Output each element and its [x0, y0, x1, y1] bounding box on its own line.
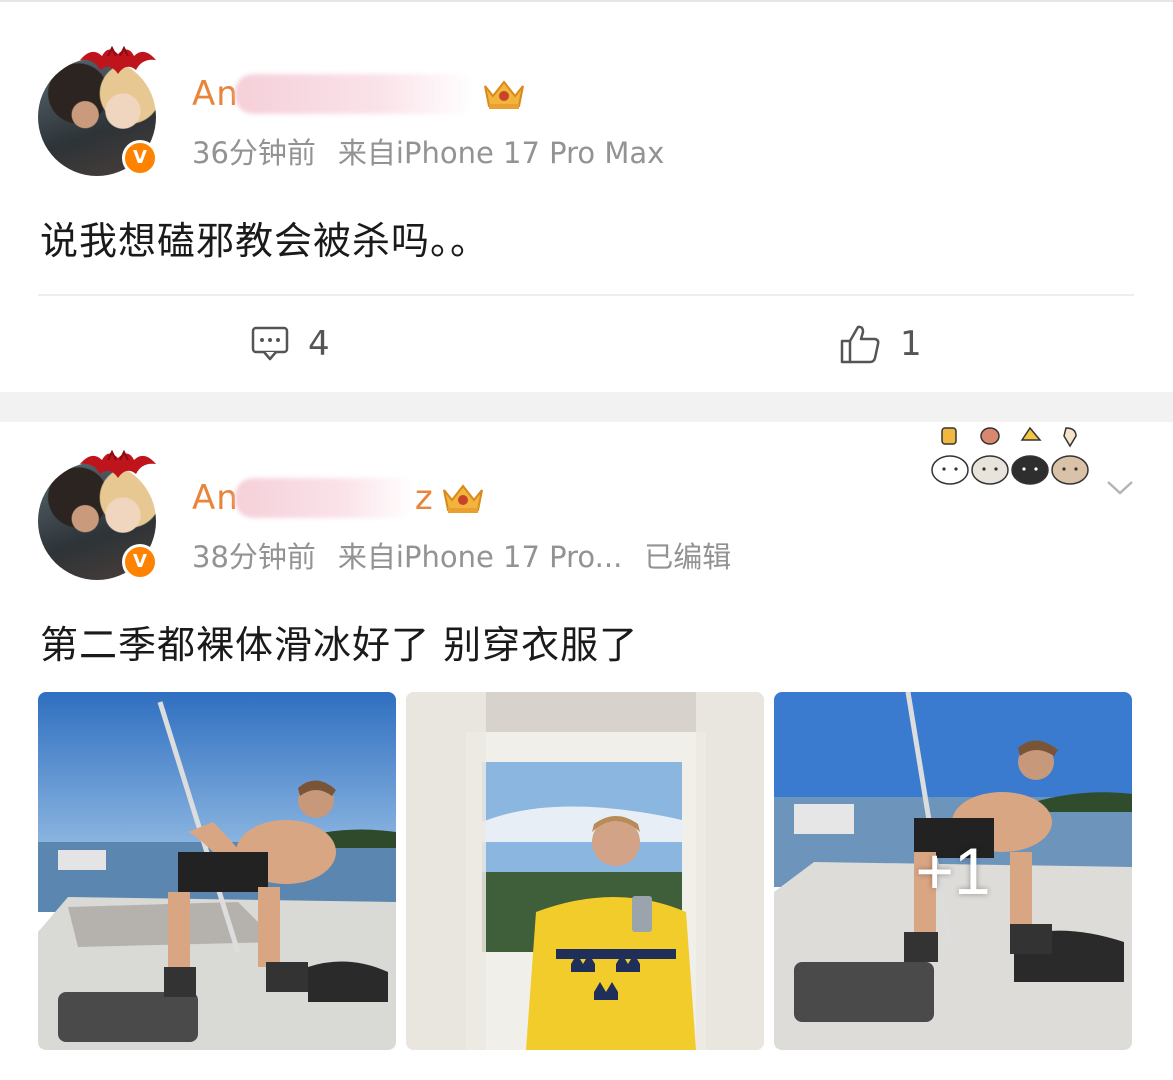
post-source: 来自iPhone 17 Pro...: [337, 540, 623, 574]
comment-count: 4: [308, 324, 330, 364]
like-button[interactable]: 1: [838, 320, 922, 368]
weibo-feed: V An 36分钟前 来自iPhone 17 Pro Max 说我想磕邪教会被杀…: [0, 0, 1173, 1080]
verified-v-icon: V: [122, 544, 158, 580]
like-count: 1: [900, 324, 922, 364]
vip-crown-icon: [483, 80, 524, 109]
post-time: 38分钟前: [192, 540, 316, 574]
username-tail[interactable]: z: [415, 478, 434, 518]
user-name-row[interactable]: An: [192, 72, 529, 116]
username-redaction: [234, 74, 475, 114]
post-meta: 36分钟前 来自iPhone 17 Pro Max: [192, 130, 664, 172]
post-image[interactable]: +1: [774, 692, 1132, 1050]
username[interactable]: An: [192, 478, 239, 518]
photo-mirror-selfie: [406, 692, 764, 1050]
comment-button[interactable]: 4: [250, 320, 330, 368]
feed-post[interactable]: V An 36分钟前 来自iPhone 17 Pro Max 说我想磕邪教会被杀…: [0, 2, 1173, 392]
avatar[interactable]: V: [38, 45, 158, 176]
post-divider: [38, 294, 1134, 296]
verified-v-icon: V: [122, 140, 158, 176]
edited-label: 已编辑: [644, 540, 732, 574]
username-redaction: [234, 478, 415, 518]
bat-frame-icon: [80, 449, 156, 478]
post-text: 第二季都裸体滑冰好了 别穿衣服了: [40, 623, 639, 667]
avatar[interactable]: V: [38, 449, 158, 580]
post-image[interactable]: [406, 692, 764, 1050]
feed-separator: [0, 392, 1173, 422]
vip-crown-icon: [442, 484, 483, 513]
thumbs-up-icon: [840, 325, 880, 364]
photo-boat-skater: [38, 692, 396, 1050]
chevron-down-icon[interactable]: [1102, 474, 1138, 500]
post-time: 36分钟前: [192, 136, 316, 170]
feed-post[interactable]: V An z 38分钟前 来自iPhone 17 Pro... 已编辑 第二季都…: [0, 422, 1173, 1080]
bat-frame-icon: [80, 45, 156, 74]
post-source: 来自iPhone 17 Pro Max: [337, 136, 665, 170]
post-meta: 38分钟前 来自iPhone 17 Pro... 已编辑: [192, 534, 731, 576]
cat-stickers-icon: [931, 426, 1089, 485]
more-images-count[interactable]: +1: [774, 692, 1132, 1050]
post-text: 说我想磕邪教会被杀吗。。: [40, 219, 490, 263]
user-name-row[interactable]: An z: [192, 476, 488, 520]
post-image[interactable]: [38, 692, 396, 1050]
username[interactable]: An: [192, 74, 239, 114]
comment-icon: [251, 326, 289, 361]
